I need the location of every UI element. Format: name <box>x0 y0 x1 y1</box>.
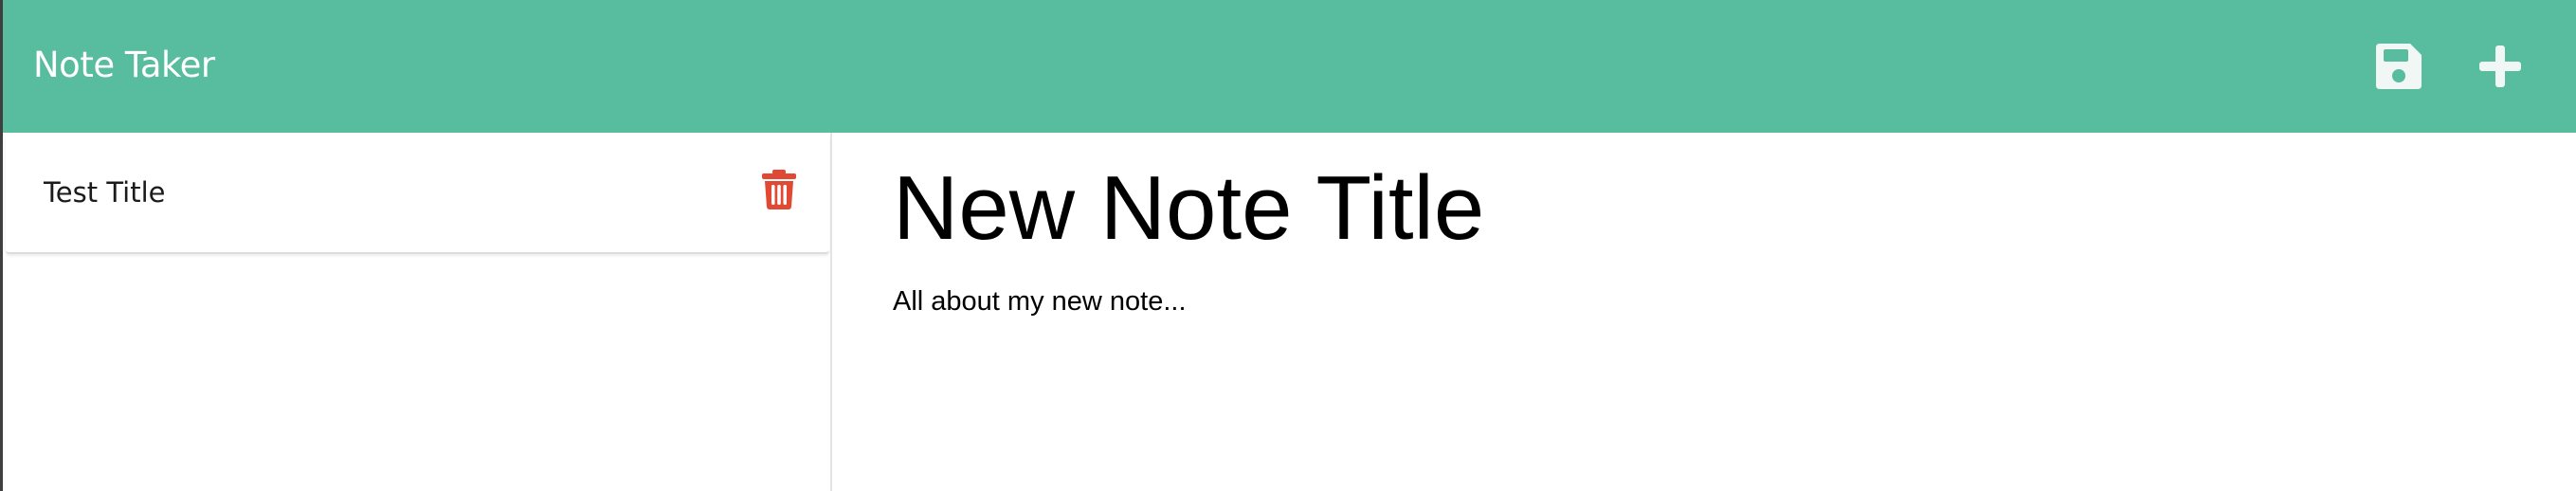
navbar: Note Taker <box>0 0 2576 133</box>
note-title-input[interactable] <box>893 154 2504 264</box>
notes-sidebar: Test Title <box>0 133 832 491</box>
note-list-item[interactable]: Test Title <box>6 135 829 254</box>
plus-icon <box>2479 45 2521 87</box>
new-note-icon[interactable] <box>2474 40 2527 93</box>
trash-icon <box>762 170 796 209</box>
save-note-icon[interactable] <box>2372 40 2425 93</box>
note-list-item-title: Test Title <box>44 176 166 209</box>
note-text-textarea[interactable] <box>893 282 2504 472</box>
note-editor <box>834 133 2576 491</box>
delete-note-icon[interactable] <box>761 169 797 210</box>
app-brand[interactable]: Note Taker <box>33 42 215 89</box>
main-container: Test Title <box>0 133 2576 491</box>
save-icon <box>2376 44 2422 89</box>
